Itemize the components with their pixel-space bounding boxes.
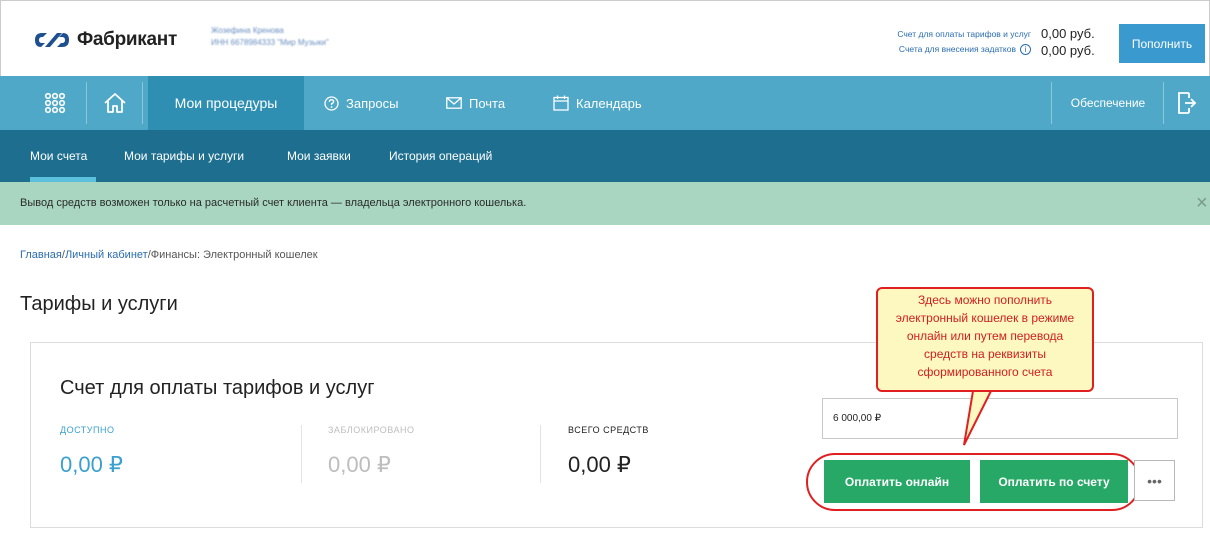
callout-line: Здесь можно пополнить <box>917 293 1053 307</box>
main-nav: Мои процедуры Запросы Почта Календарь Об… <box>0 76 1210 130</box>
stat-blocked: ЗАБЛОКИРОВАНО 0,00 ₽ <box>328 425 414 478</box>
apps-menu-button[interactable] <box>30 76 80 130</box>
stat-divider <box>301 425 302 483</box>
nav-requests-label: Запросы <box>346 95 399 111</box>
stat-available-label: ДОСТУПНО <box>60 425 115 435</box>
account-amounts: 0,00 руб. 0,00 руб. <box>1041 25 1095 59</box>
home-icon <box>104 93 126 113</box>
subnav-my-accounts[interactable]: Мои счета <box>30 149 87 163</box>
nav-mail[interactable]: Почта <box>446 76 505 130</box>
breadcrumb: Главная/Личный кабинет/Финансы: Электрон… <box>20 249 318 261</box>
more-dots-icon: ••• <box>1147 472 1162 489</box>
stat-total: ВСЕГО СРЕДСТВ 0,00 ₽ <box>568 425 649 478</box>
question-circle-icon <box>324 95 339 111</box>
nav-security-label: Обеспечение <box>1070 96 1146 110</box>
subnav-operations-history[interactable]: История операций <box>389 149 492 163</box>
alert-text: Вывод средств возможен только на расчетн… <box>20 197 527 209</box>
callout-line: онлайн или путем перевода <box>906 329 1064 343</box>
account-links: Счет для оплаты тарифов и услуг Счета дл… <box>861 27 1031 57</box>
subnav-my-applications[interactable]: Мои заявки <box>287 149 351 163</box>
grid-apps-icon <box>44 92 66 114</box>
brand-name: Фабрикант <box>77 29 177 50</box>
callout-pointer <box>963 385 996 446</box>
nav-divider <box>1163 82 1164 124</box>
logout-icon <box>1178 92 1197 114</box>
calendar-icon <box>553 95 569 111</box>
nav-divider <box>1051 82 1052 124</box>
nav-mail-label: Почта <box>469 95 506 111</box>
user-name: Жозефина Кренова <box>211 26 284 35</box>
logout-button[interactable] <box>1170 76 1204 130</box>
close-icon[interactable]: × <box>1196 192 1208 215</box>
brand-logo[interactable]: Фабрикант <box>31 29 177 51</box>
breadcrumb-cabinet[interactable]: Личный кабинет <box>65 249 148 261</box>
tariff-account-link[interactable]: Счет для оплаты тарифов и услуг <box>861 27 1031 42</box>
pay-online-button[interactable]: Оплатить онлайн <box>824 460 970 503</box>
page-title: Тарифы и услуги <box>20 293 178 315</box>
stat-divider <box>540 425 541 483</box>
info-icon[interactable]: i <box>1020 44 1031 55</box>
user-organization: ИНН 6678984333 "Мир Музыки" <box>211 38 329 47</box>
nav-calendar-label: Календарь <box>576 95 642 111</box>
nav-divider <box>142 82 143 124</box>
user-info[interactable]: Жозефина Кренова ИНН 6678984333 "Мир Муз… <box>211 25 329 49</box>
topup-button[interactable]: Пополнить <box>1119 24 1205 63</box>
nav-requests[interactable]: Запросы <box>324 76 398 130</box>
callout-line: электронный кошелек в режиме <box>895 311 1075 325</box>
deposit-account-link[interactable]: Счета для внесения задатков i <box>861 42 1031 57</box>
stat-available-value: 0,00 ₽ <box>60 452 123 477</box>
stat-total-value: 0,00 ₽ <box>568 452 631 477</box>
breadcrumb-home[interactable]: Главная <box>20 249 62 261</box>
top-header: Фабрикант Жозефина Кренова ИНН 667898433… <box>0 0 1210 76</box>
stat-total-label: ВСЕГО СРЕДСТВ <box>568 425 649 435</box>
subnav-my-tariffs[interactable]: Мои тарифы и услуги <box>124 149 244 163</box>
callout-line: сформированного счета <box>917 365 1053 379</box>
deposit-account-label: Счета для внесения задатков <box>898 44 1016 54</box>
breadcrumb-current: Финансы: Электронный кошелек <box>150 249 318 261</box>
stat-available: ДОСТУПНО 0,00 ₽ <box>60 425 123 478</box>
tariff-account-amount: 0,00 руб. <box>1041 26 1095 41</box>
mail-icon <box>446 97 462 109</box>
callout-line: средств на реквизиты <box>924 347 1046 361</box>
nav-my-procedures[interactable]: Мои процедуры <box>148 76 304 130</box>
account-card-title: Счет для оплаты тарифов и услуг <box>60 377 375 399</box>
nav-security[interactable]: Обеспечение <box>1058 76 1158 130</box>
nav-my-procedures-label: Мои процедуры <box>174 95 278 111</box>
annotation-callout: Здесь можно пополнить электронный кошеле… <box>876 287 1094 392</box>
pay-by-invoice-button[interactable]: Оплатить по счету <box>980 460 1128 503</box>
more-options-button[interactable]: ••• <box>1134 460 1175 501</box>
deposit-account-amount: 0,00 руб. <box>1041 43 1095 58</box>
stat-blocked-label: ЗАБЛОКИРОВАНО <box>328 425 415 435</box>
nav-divider <box>86 82 87 124</box>
sub-nav: Мои счета Мои тарифы и услуги Мои заявки… <box>0 130 1210 182</box>
stat-blocked-value: 0,00 ₽ <box>328 452 391 477</box>
nav-calendar[interactable]: Календарь <box>553 76 642 130</box>
info-alert: Вывод средств возможен только на расчетн… <box>0 182 1210 225</box>
home-button[interactable] <box>92 76 138 130</box>
fabrikant-logo-icon <box>35 33 69 47</box>
